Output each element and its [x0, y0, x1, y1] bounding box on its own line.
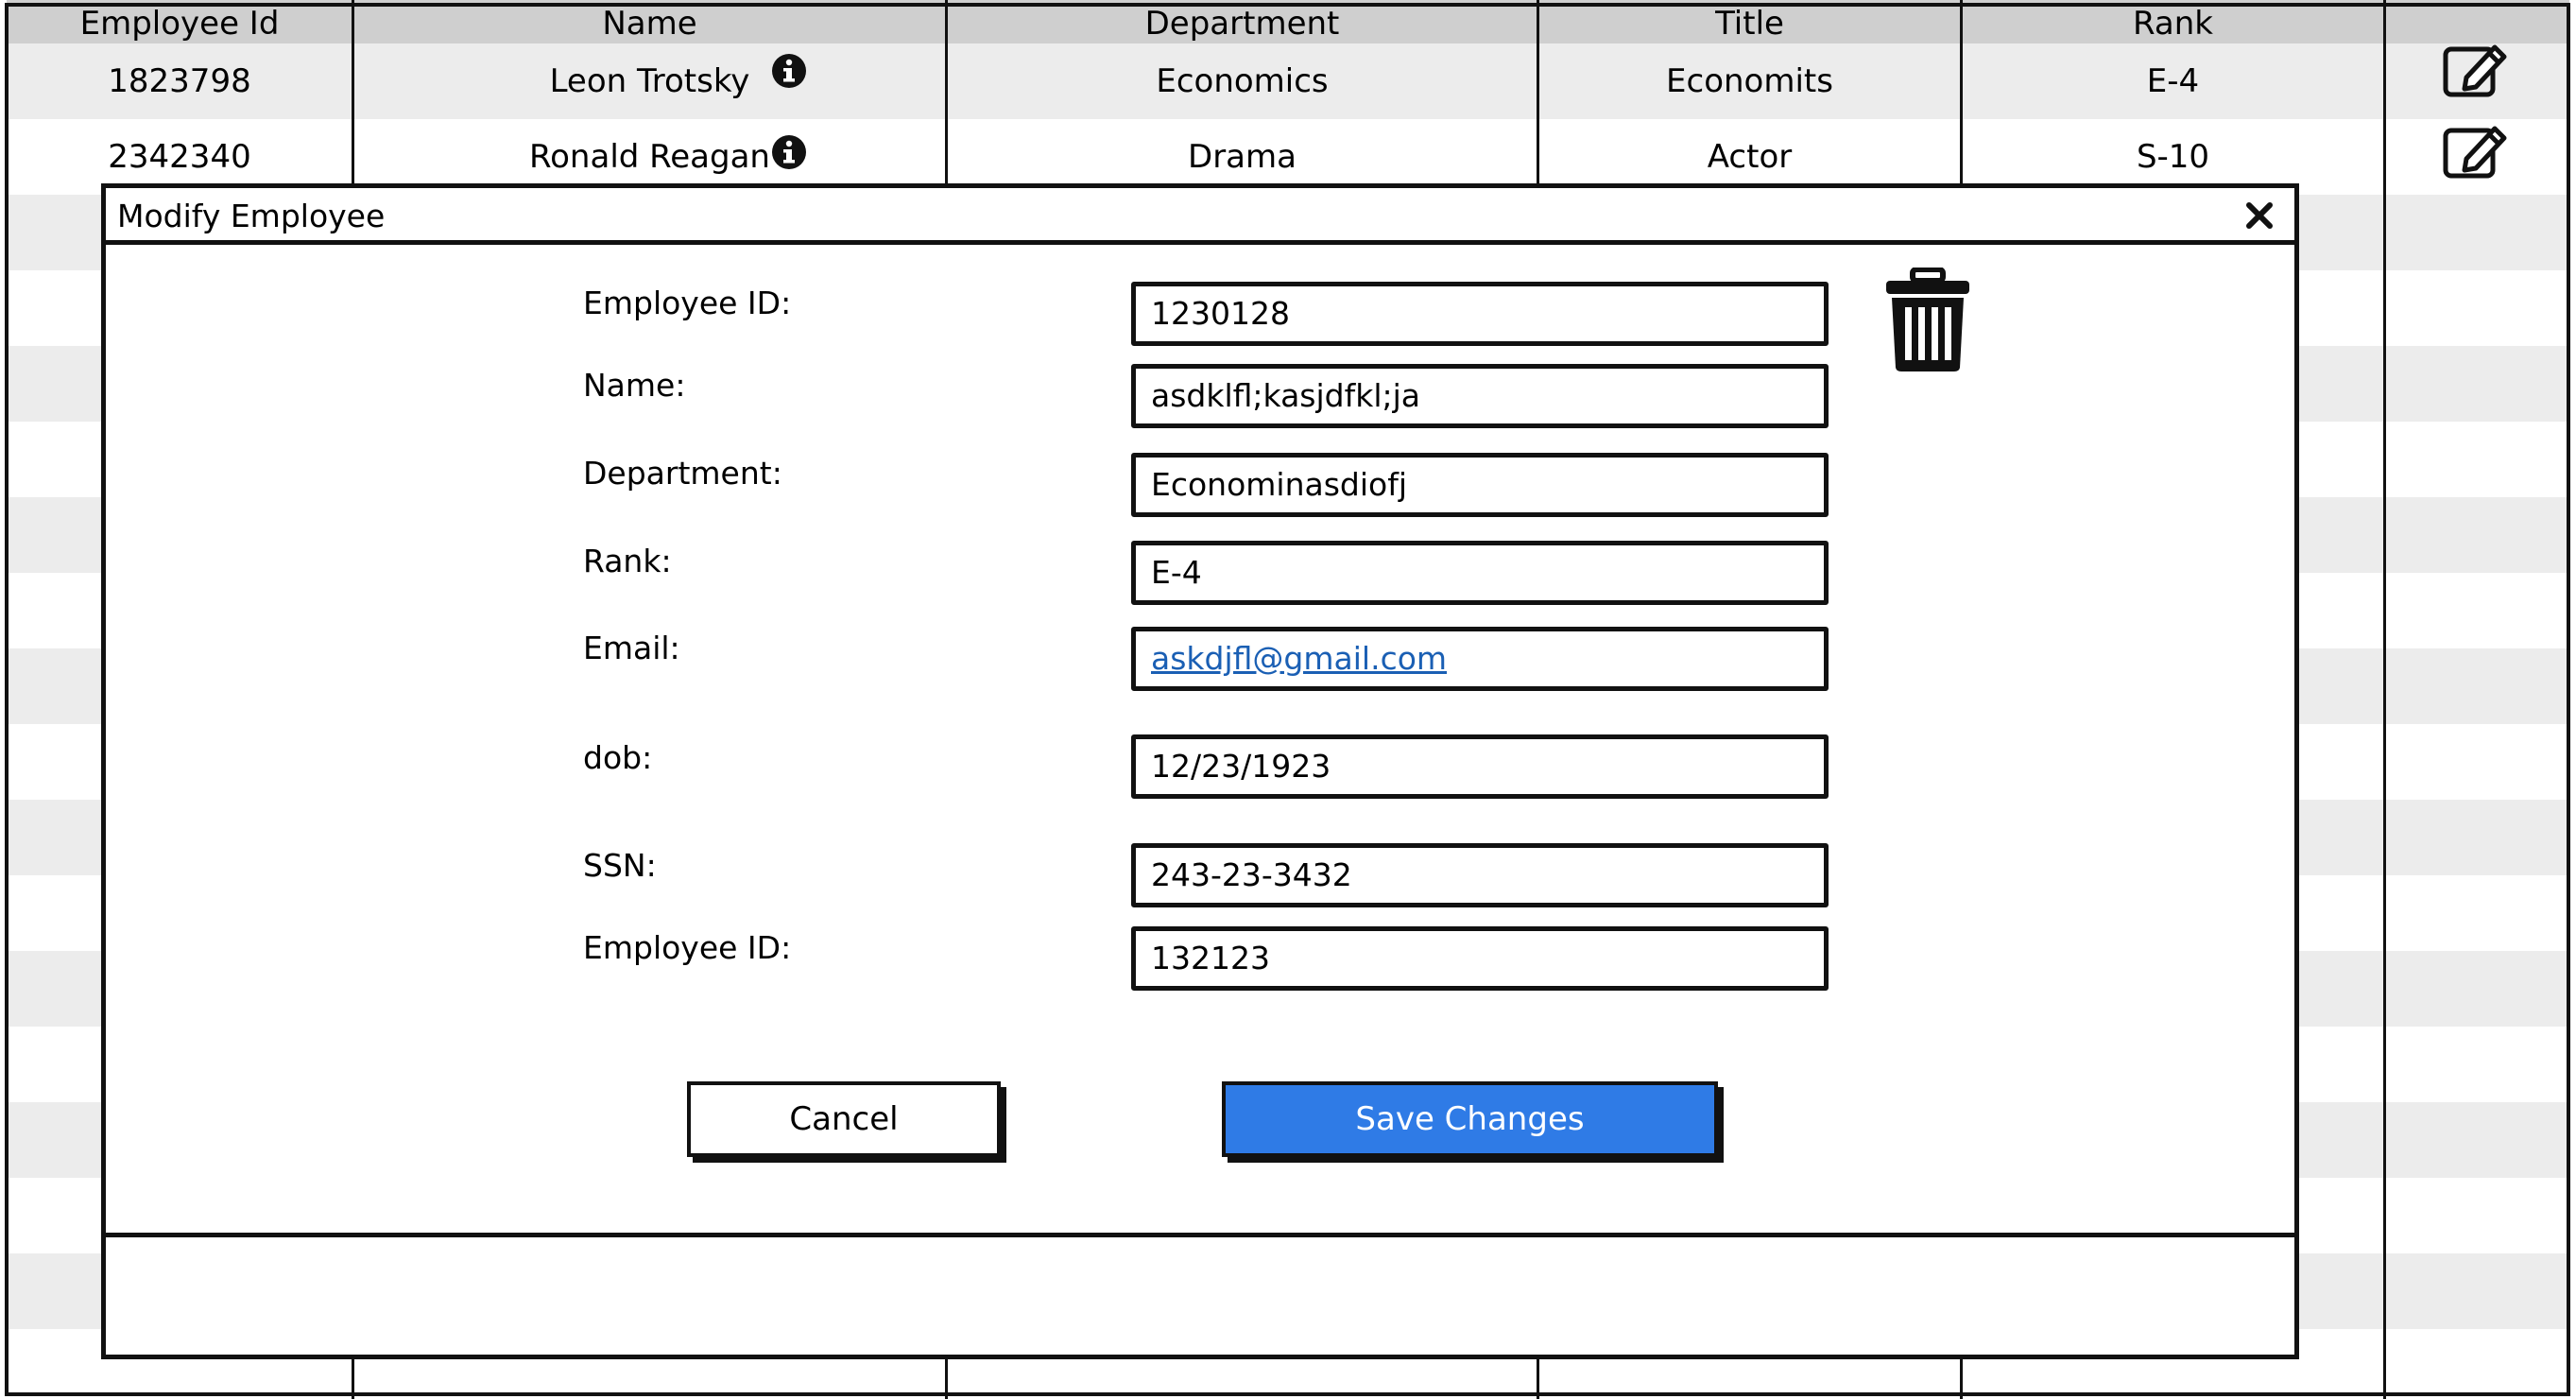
rank-label: Rank: [583, 543, 672, 579]
cell-employee-id: 1823798 [108, 62, 251, 100]
email-label: Email: [583, 630, 680, 666]
ssn-label: SSN: [583, 847, 657, 884]
name-field[interactable]: asdklfl;kasjdfkl;ja [1131, 364, 1829, 428]
cell-title: Economits [1666, 62, 1833, 100]
email-field[interactable]: askdjfl@gmail.com [1131, 627, 1829, 691]
cell-department: Economics [1156, 62, 1329, 100]
column-header-name[interactable]: Name [354, 0, 945, 43]
employee-id-label: Employee ID: [583, 285, 792, 321]
column-header-employee-id[interactable]: Employee Id [8, 0, 352, 43]
department-field[interactable]: Econominasdiofj [1131, 453, 1829, 517]
edit-icon[interactable] [2442, 121, 2510, 180]
employee-id-field[interactable]: 1230128 [1131, 282, 1829, 346]
ssn-field[interactable]: 243-23-3432 [1131, 843, 1829, 907]
dialog-title-bar: Modify Employee [106, 188, 2294, 245]
info-icon[interactable] [771, 134, 807, 170]
close-icon[interactable] [2241, 198, 2277, 233]
cancel-button[interactable]: Cancel [687, 1081, 1001, 1157]
employee-id-label-2: Employee ID: [583, 929, 792, 966]
dialog-footer-divider [106, 1233, 2294, 1237]
name-label: Name: [583, 367, 686, 404]
column-header-department[interactable]: Department [948, 0, 1537, 43]
trash-icon[interactable] [1884, 268, 1971, 373]
employee-id-field-2[interactable]: 132123 [1131, 926, 1829, 991]
dob-label: dob: [583, 739, 653, 776]
rank-field[interactable]: E-4 [1131, 541, 1829, 605]
department-label: Department: [583, 455, 782, 492]
column-header-rank[interactable]: Rank [1963, 0, 2383, 43]
edit-icon[interactable] [2442, 40, 2510, 98]
dialog-title: Modify Employee [117, 198, 386, 234]
dob-field[interactable]: 12/23/1923 [1131, 734, 1829, 799]
modify-employee-dialog: Modify Employee Employee ID: Name: Depar… [101, 183, 2299, 1359]
cell-rank: E-4 [2146, 62, 2200, 100]
save-changes-button[interactable]: Save Changes [1222, 1081, 1718, 1157]
cell-name: Leon Trotsky [549, 62, 750, 100]
info-icon[interactable] [771, 53, 807, 89]
column-header-title[interactable]: Title [1539, 0, 1960, 43]
